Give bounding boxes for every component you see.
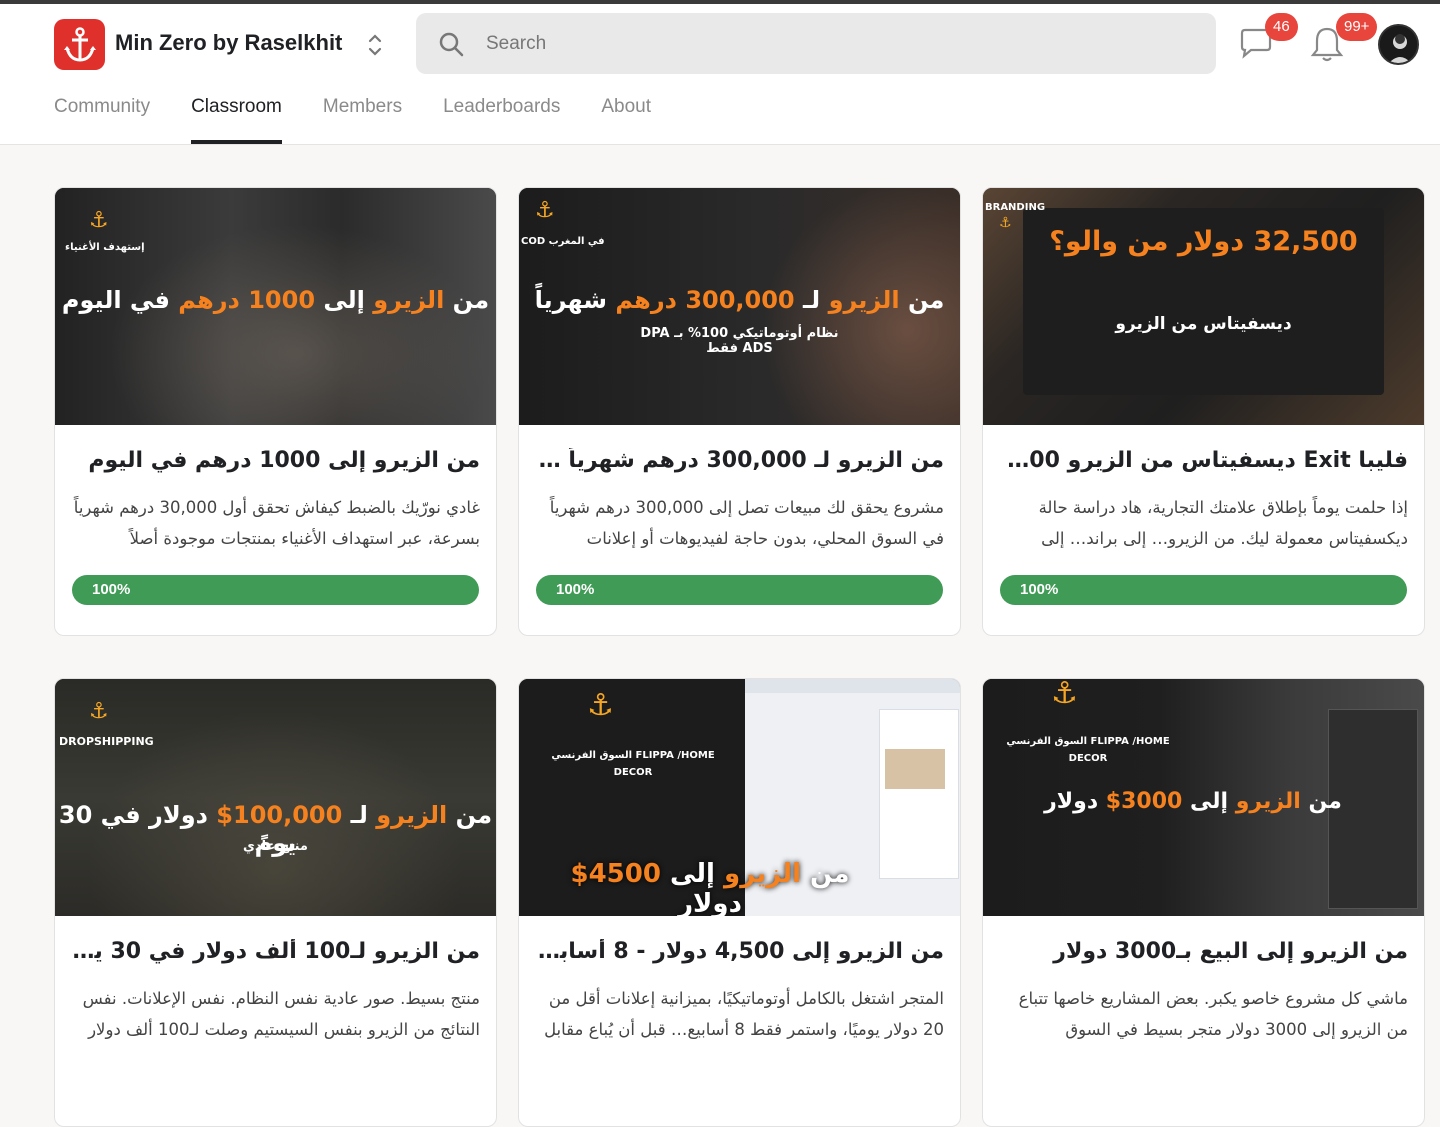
course-description: ماشي كل مشروع خاصو يكبر. بعض المشاريع خا… (1018, 989, 1408, 1039)
tab-community[interactable]: Community (54, 96, 150, 144)
thumbnail-tag: COD في المغرب (521, 236, 605, 247)
course-title: فليبا Exit ديسفيتاس من الزيرو 32,500$ (999, 448, 1408, 473)
course-description: إذا حلمت يوماً بإطلاق علامتك التجارية، ه… (1038, 498, 1408, 548)
anchor-icon (63, 26, 96, 62)
tab-members[interactable]: Members (323, 96, 402, 144)
community-name[interactable]: Min Zero by Raselkhit (115, 30, 342, 56)
anchor-icon: ⚓ (89, 208, 109, 233)
thumbnail-headline: من الزيرو لـ 300,000 درهم شهرياً (534, 286, 945, 314)
course-grid: ⚓ إستهدف الأغنياء من الزيرو إلى 1000 دره… (54, 187, 1425, 1127)
search-icon (439, 32, 464, 57)
course-card[interactable]: BRANDING ⚓ 32,500 دولار من والو؟ ديسفيتا… (982, 187, 1425, 636)
course-title: من الزيرو لـ 300,000 درهم شهرياً COD في … (535, 448, 944, 473)
course-card[interactable]: ⚓ DROPSHIPPING من الزيرو لـ 100,000$ دول… (54, 678, 497, 1127)
thumbnail-headline: من الزيرو إلى 1000 درهم في اليوم (61, 286, 490, 314)
course-description: غادي نورّيك بالضبط كيفاش تحقق أول 30,000… (73, 498, 480, 548)
app-header: Min Zero by Raselkhit 46 99+ (0, 4, 1440, 145)
anchor-icon: ⚓ (535, 198, 555, 223)
course-thumbnail: ⚓ السوق الفرنسي FLIPPA /HOME DECOR من ال… (519, 679, 960, 916)
course-title: من الزيرو لـ100 ألف دولار في 30 يوم نفس … (71, 939, 480, 964)
course-description: منتج بسيط. صور عادية نفس النظام. نفس الإ… (82, 989, 480, 1039)
thumbnail-subtitle: منتج عادي (243, 839, 308, 854)
thumbnail-subtitle: نظام أوتوماتيكي 100% بـ DPA ADS فقط (640, 326, 839, 356)
thumbnail-subtitle: ديسفيتاس من الزيرو (1115, 314, 1292, 334)
community-switcher[interactable] (364, 30, 386, 60)
search-bar[interactable] (416, 13, 1216, 74)
anchor-icon: ⚓ (1051, 679, 1078, 711)
thumbnail-tag: DROPSHIPPING (59, 735, 154, 748)
thumbnail-headline: 32,500 دولار من والو؟ (1049, 226, 1358, 257)
search-input[interactable] (486, 13, 1186, 74)
course-thumbnail: ⚓ السوق الفرنسي FLIPPA /HOME DECOR من ال… (983, 679, 1424, 916)
anchor-icon: ⚓ (89, 699, 109, 724)
tab-about[interactable]: About (601, 96, 651, 144)
chat-unread-badge: 46 (1265, 13, 1298, 41)
community-logo[interactable] (54, 19, 105, 70)
avatar-image (1380, 26, 1417, 63)
thumbnail-headline: من الزيرو إلى 3000$ دولار (1044, 789, 1342, 814)
course-card[interactable]: ⚓ إستهدف الأغنياء من الزيرو إلى 1000 دره… (54, 187, 497, 636)
course-thumbnail: ⚓ إستهدف الأغنياء من الزيرو إلى 1000 دره… (55, 188, 496, 425)
course-card[interactable]: ⚓ السوق الفرنسي FLIPPA /HOME DECOR من ال… (518, 678, 961, 1127)
tab-leaderboards[interactable]: Leaderboards (443, 96, 560, 144)
course-title: من الزيرو إلى 1000 درهم في اليوم (88, 448, 480, 473)
chevron-up-down-icon (368, 34, 382, 56)
course-progress-bar: 100% (72, 575, 479, 605)
user-avatar[interactable] (1378, 24, 1419, 65)
thumbnail-tag: BRANDING (985, 202, 1046, 213)
thumbnail-headline: من الزيرو إلى 4500$ دولار (570, 859, 850, 916)
course-thumbnail: BRANDING ⚓ 32,500 دولار من والو؟ ديسفيتا… (983, 188, 1424, 425)
course-progress-bar: 100% (1000, 575, 1407, 605)
course-description: المتجر اشتغل بالكامل أوتوماتيكيًا، بميزا… (544, 989, 944, 1039)
course-title: من الزيرو إلى 4,500 دولار - 8 أسابيع- مت… (535, 939, 944, 964)
course-progress-bar: 100% (536, 575, 943, 605)
notifications-unread-badge: 99+ (1336, 13, 1378, 41)
course-card[interactable]: ⚓ السوق الفرنسي FLIPPA /HOME DECOR من ال… (982, 678, 1425, 1127)
course-title: من الزيرو إلى البيع بـ3000 دولار (1053, 939, 1408, 964)
main-tabs: Community Classroom Members Leaderboards… (54, 96, 651, 144)
anchor-icon: ⚓ (587, 688, 614, 723)
thumbnail-tag: السوق الفرنسي FLIPPA /HOME DECOR (551, 750, 715, 778)
course-thumbnail: ⚓ DROPSHIPPING من الزيرو لـ 100,000$ دول… (55, 679, 496, 916)
tab-classroom[interactable]: Classroom (191, 96, 282, 144)
course-thumbnail: ⚓ COD في المغرب من الزيرو لـ 300,000 دره… (519, 188, 960, 425)
course-description: مشروع يحقق لك مبيعات تصل إلى 300,000 دره… (549, 498, 944, 548)
thumbnail-tag: إستهدف الأغنياء (65, 242, 145, 253)
thumbnail-tag: السوق الفرنسي FLIPPA /HOME DECOR (1006, 736, 1170, 764)
course-card[interactable]: ⚓ COD في المغرب من الزيرو لـ 300,000 دره… (518, 187, 961, 636)
